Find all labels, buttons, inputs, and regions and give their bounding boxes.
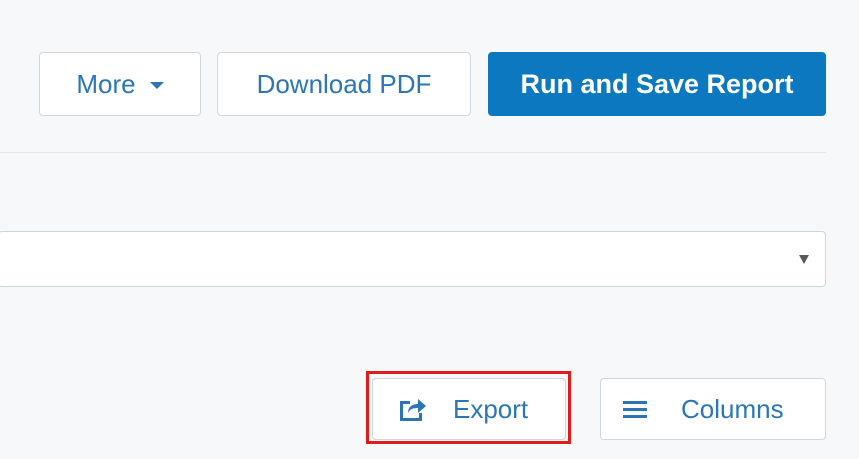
export-button[interactable]: Export [372,378,566,440]
menu-lines-icon [623,399,647,419]
dropdown-arrow-icon [799,254,809,264]
more-button-label: More [76,69,136,99]
more-button[interactable]: More [39,52,201,116]
export-label: Export [453,394,529,424]
columns-label: Columns [681,394,784,424]
run-and-save-report-button[interactable]: Run and Save Report [488,52,826,116]
caret-down-icon [149,81,164,89]
download-pdf-label: Download PDF [256,69,432,99]
report-select[interactable] [0,231,826,287]
download-pdf-button[interactable]: Download PDF [217,52,471,116]
columns-button[interactable]: Columns [600,378,826,440]
section-divider [0,152,826,153]
run-and-save-report-label: Run and Save Report [520,68,794,99]
share-export-icon [397,395,427,423]
